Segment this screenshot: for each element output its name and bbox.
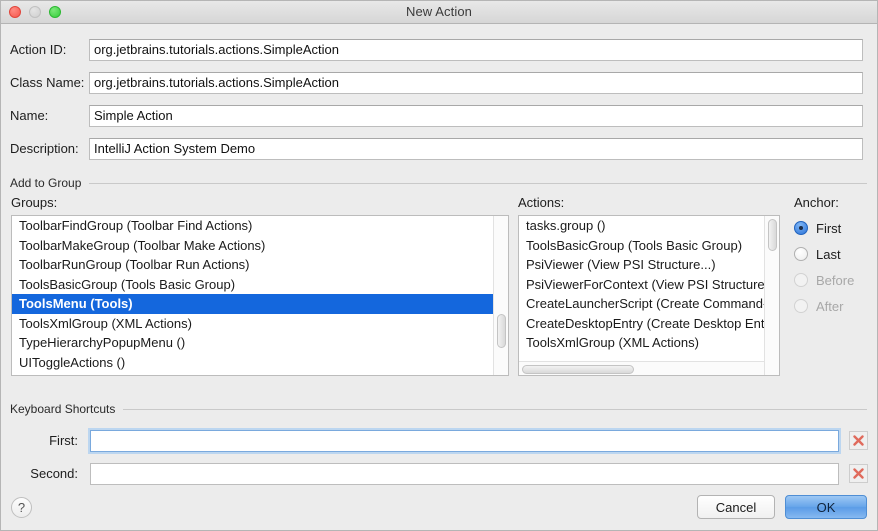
groups-scroll-thumb[interactable] xyxy=(497,314,506,348)
action-id-input[interactable] xyxy=(89,39,863,61)
actions-label: Actions: xyxy=(518,194,780,215)
keyboard-shortcuts-label: Keyboard Shortcuts xyxy=(10,402,123,416)
action-list-item[interactable]: PsiViewerForContext (View PSI Structure … xyxy=(519,275,764,295)
actions-scroll-thumb-horizontal[interactable] xyxy=(522,365,634,374)
second-shortcut-input[interactable] xyxy=(90,463,839,485)
title-bar: New Action xyxy=(1,1,877,24)
groups-rows: ToolbarFindGroup (Toolbar Find Actions)T… xyxy=(12,216,493,375)
radio-icon xyxy=(794,273,808,287)
group-list-item[interactable]: ToolsBasicGroup (Tools Basic Group) xyxy=(12,275,493,295)
action-list-item[interactable]: CreateDesktopEntry (Create Desktop Ent xyxy=(519,314,764,334)
keyboard-shortcuts-section-header: Keyboard Shortcuts xyxy=(1,398,877,420)
group-list-item[interactable]: TypeHierarchyPopupMenu () xyxy=(12,333,493,353)
anchor-option-before: Before xyxy=(794,267,878,293)
window-title: New Action xyxy=(1,4,877,19)
description-label: Description: xyxy=(1,141,89,156)
clear-second-shortcut-button[interactable] xyxy=(849,464,868,483)
action-list-item[interactable]: CreateLauncherScript (Create Command- xyxy=(519,294,764,314)
dialog-footer: ? Cancel OK xyxy=(1,484,877,530)
group-list-item[interactable]: ToolbarMakeGroup (Toolbar Make Actions) xyxy=(12,236,493,256)
class-name-input[interactable] xyxy=(89,72,863,94)
actions-scroll-thumb-vertical[interactable] xyxy=(768,219,777,251)
lists-area: Groups: ToolbarFindGroup (Toolbar Find A… xyxy=(1,194,877,384)
anchor-option-last[interactable]: Last xyxy=(794,241,878,267)
ok-button[interactable]: OK xyxy=(785,495,867,519)
add-to-group-section-header: Add to Group xyxy=(1,172,877,194)
name-label: Name: xyxy=(1,108,89,123)
groups-listbox[interactable]: ToolbarFindGroup (Toolbar Find Actions)T… xyxy=(11,215,509,376)
clear-first-shortcut-button[interactable] xyxy=(849,431,868,450)
class-name-label: Class Name: xyxy=(1,75,89,90)
action-list-item[interactable]: tasks.group () xyxy=(519,216,764,236)
help-button[interactable]: ? xyxy=(11,497,32,518)
groups-column: Groups: ToolbarFindGroup (Toolbar Find A… xyxy=(11,194,509,384)
second-shortcut-label: Second: xyxy=(10,466,90,481)
radio-icon[interactable] xyxy=(794,221,808,235)
actions-rows: tasks.group ()ToolsBasicGroup (Tools Bas… xyxy=(519,216,764,361)
form-fields: Action ID: Class Name: Name: Description… xyxy=(1,24,877,165)
clear-x-icon xyxy=(853,435,864,446)
clear-x-icon xyxy=(853,468,864,479)
group-list-item[interactable]: UIToggleActions () xyxy=(12,353,493,373)
cancel-button[interactable]: Cancel xyxy=(697,495,775,519)
new-action-dialog: New Action Action ID: Class Name: Name: … xyxy=(0,0,878,531)
group-list-item[interactable]: ToolsXmlGroup (XML Actions) xyxy=(12,314,493,334)
name-input[interactable] xyxy=(89,105,863,127)
field-row-name: Name: xyxy=(1,99,877,132)
radio-icon xyxy=(794,299,808,313)
groups-label: Groups: xyxy=(11,194,509,215)
actions-listbox[interactable]: tasks.group ()ToolsBasicGroup (Tools Bas… xyxy=(518,215,780,376)
actions-horizontal-scrollbar[interactable] xyxy=(519,361,764,375)
action-list-item[interactable]: PsiViewer (View PSI Structure...) xyxy=(519,255,764,275)
shortcut-row-first: First: xyxy=(1,424,877,457)
anchor-option-label: First xyxy=(816,221,841,236)
action-list-item[interactable]: ToolsBasicGroup (Tools Basic Group) xyxy=(519,236,764,256)
field-row-class-name: Class Name: xyxy=(1,66,877,99)
first-shortcut-input[interactable] xyxy=(90,430,839,452)
anchor-option-after: After xyxy=(794,293,878,319)
anchor-option-first[interactable]: First xyxy=(794,215,878,241)
description-input[interactable] xyxy=(89,138,863,160)
first-shortcut-label: First: xyxy=(10,433,90,448)
radio-icon[interactable] xyxy=(794,247,808,261)
group-list-item[interactable]: ToolbarRunGroup (Toolbar Run Actions) xyxy=(12,255,493,275)
group-list-item[interactable]: ToolsMenu (Tools) xyxy=(12,294,493,314)
group-list-item[interactable]: ToolbarFindGroup (Toolbar Find Actions) xyxy=(12,216,493,236)
anchor-option-label: After xyxy=(816,299,843,314)
section-divider xyxy=(89,183,867,184)
anchor-radio-group: First Last Before After xyxy=(794,215,878,319)
field-row-description: Description: xyxy=(1,132,877,165)
actions-column: Actions: tasks.group ()ToolsBasicGroup (… xyxy=(518,194,780,384)
groups-vertical-scrollbar[interactable] xyxy=(493,216,508,375)
add-to-group-label: Add to Group xyxy=(10,176,89,190)
anchor-label: Anchor: xyxy=(794,194,878,215)
actions-vertical-scrollbar[interactable] xyxy=(764,216,779,375)
anchor-option-label: Last xyxy=(816,247,841,262)
field-row-action-id: Action ID: xyxy=(1,33,877,66)
section-divider xyxy=(123,409,867,410)
anchor-column: Anchor: First Last Before After xyxy=(794,194,878,384)
anchor-option-label: Before xyxy=(816,273,854,288)
action-id-label: Action ID: xyxy=(1,42,89,57)
action-list-item[interactable]: ToolsXmlGroup (XML Actions) xyxy=(519,333,764,353)
